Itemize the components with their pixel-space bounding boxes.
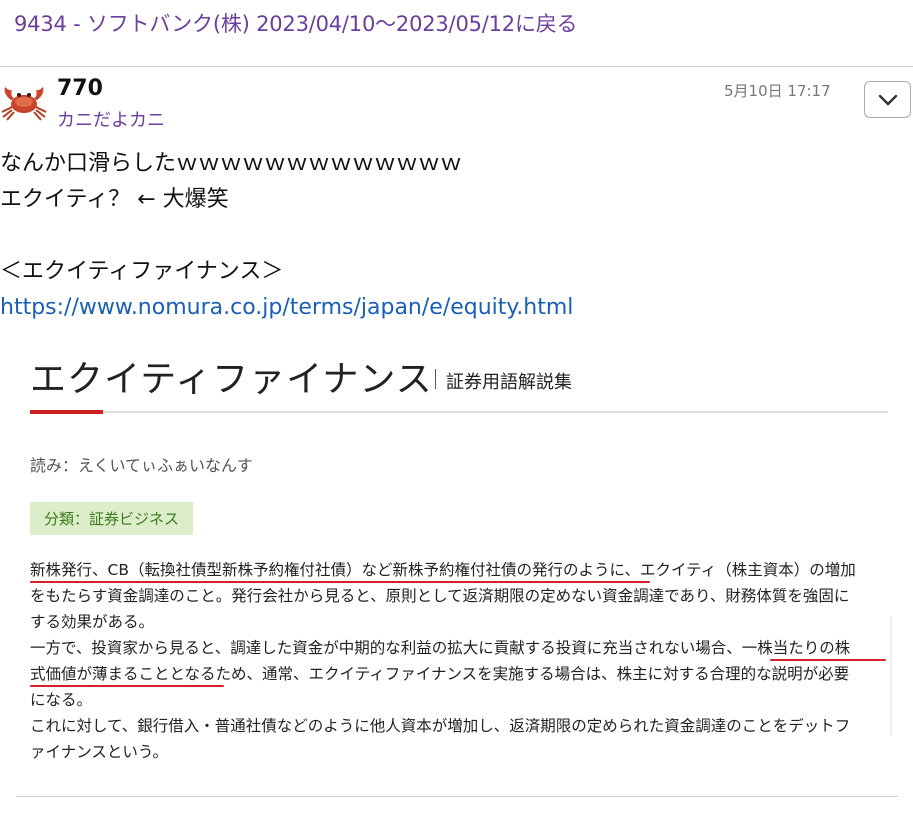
title-separator	[435, 369, 436, 389]
underline-mark	[30, 685, 224, 687]
post-line: エクイティ？ ← 大爆笑	[0, 187, 229, 212]
title-rule	[30, 411, 888, 413]
crab-icon[interactable]	[0, 82, 48, 122]
embed-title: エクイティファイナンス	[30, 359, 433, 400]
definition-line: 式価値が薄まることとなるため、通常、エクイティファイナンスを実施する場合は、株主…	[30, 665, 850, 683]
embed-subtitle: 証券用語解説集	[446, 372, 572, 393]
definition-line: をもたらす資金調達のこと。発行会社から見ると、原則として返済期限の定めない資金調…	[30, 587, 850, 605]
title-rule-accent	[30, 410, 103, 414]
category-badge: 分類：証券ビジネス	[30, 502, 194, 535]
post-line	[0, 218, 900, 254]
underline-mark	[30, 581, 650, 583]
chevron-down-icon	[878, 94, 897, 106]
definition-line: 新株発行、CB（転換社債型新株予約権付社債）など新株予約権付社債の発行のように、…	[30, 561, 856, 579]
definition-line: になる。	[30, 691, 93, 709]
definition-line: する効果がある。	[30, 613, 155, 631]
post-body: なんか口滑らしたｗｗｗｗｗｗｗｗｗｗｗｗｗ エクイティ？ ← 大爆笑 ＜エクイテ…	[0, 146, 900, 326]
post-line: ＜エクイティファイナンス＞	[0, 259, 284, 284]
bottom-rule	[16, 796, 898, 797]
definition-line: これに対して、銀行借入・普通社債などのように他人資本が増加し、返済期限の定められ…	[30, 717, 851, 735]
reading-text: 読み：えくいてぃふぁいなんす	[30, 456, 253, 475]
back-link[interactable]: 9434 - ソフトバンク(株) 2023/04/10〜2023/05/12に戻…	[14, 8, 578, 38]
header-divider	[0, 66, 913, 67]
post-timestamp: 5月10日 17:17	[724, 82, 831, 100]
poster-name[interactable]: カニだよカニ	[57, 106, 165, 132]
post-number[interactable]: 770	[57, 76, 103, 101]
post-menu-button[interactable]	[864, 81, 911, 118]
post-line: なんか口滑らしたｗｗｗｗｗｗｗｗｗｗｗｗｗ	[0, 151, 463, 176]
definition-line: ァイナンスという。	[30, 743, 168, 761]
post-url-link[interactable]: https://www.nomura.co.jp/terms/japan/e/e…	[0, 295, 573, 320]
definition-text: 新株発行、CB（転換社債型新株予約権付社債）など新株予約権付社債の発行のように、…	[30, 557, 900, 765]
embedded-screenshot[interactable]: エクイティファイナンス 証券用語解説集 読み：えくいてぃふぁいなんす 分類：証券…	[0, 336, 913, 813]
definition-line: 一方で、投資家から見ると、調達した資金が中期的な利益の拡大に貢献する投資に充当さ…	[30, 639, 851, 657]
scroll-edge	[890, 616, 892, 736]
underline-mark	[770, 659, 886, 661]
